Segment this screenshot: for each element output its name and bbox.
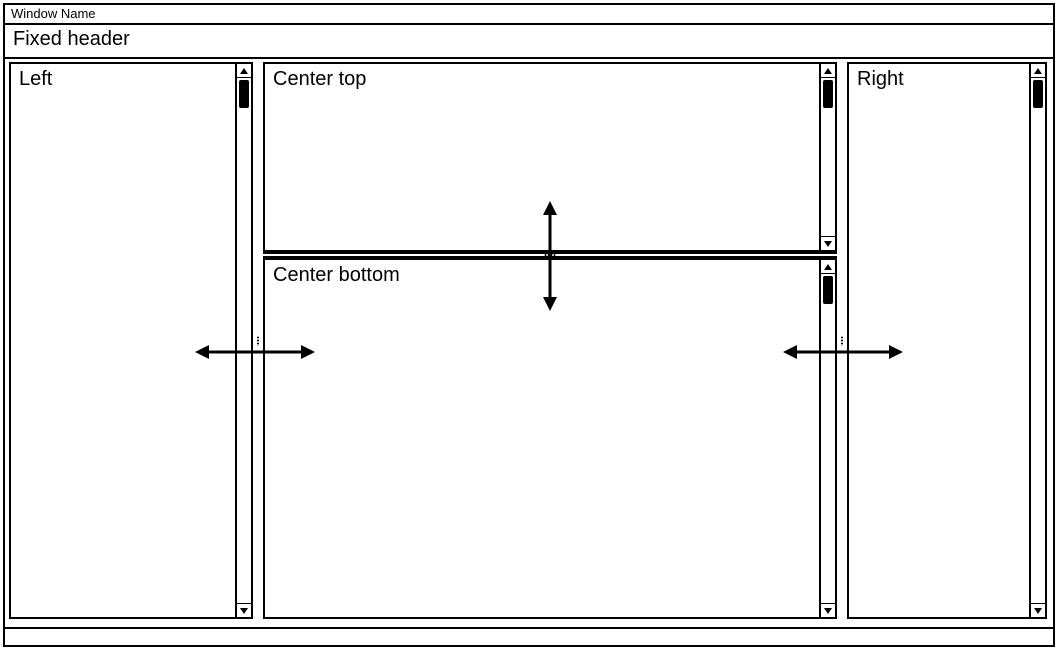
body-area: Left Center top	[5, 59, 1053, 625]
scroll-up-button[interactable]	[237, 64, 251, 78]
center-bottom-panel: Center bottom	[263, 258, 837, 619]
left-panel: Left	[9, 62, 253, 619]
arrow-up-icon	[823, 67, 833, 75]
arrow-down-icon	[823, 240, 833, 248]
fixed-header: Fixed header	[5, 25, 1053, 59]
center-top-scrollbar[interactable]	[819, 64, 835, 250]
center-top-label: Center top	[273, 68, 366, 91]
right-panel-scrollbar[interactable]	[1029, 64, 1045, 617]
right-panel: Right	[847, 62, 1047, 619]
center-bottom-scrollbar[interactable]	[819, 260, 835, 617]
arrow-up-icon	[823, 263, 833, 271]
window-title: Window Name	[11, 6, 96, 21]
scroll-down-button[interactable]	[237, 603, 251, 617]
scroll-up-button[interactable]	[821, 64, 835, 78]
window-frame: Window Name Fixed header Left Center top	[3, 3, 1055, 647]
arrow-up-icon	[1033, 67, 1043, 75]
left-panel-label: Left	[19, 68, 52, 91]
arrow-down-icon	[239, 607, 249, 615]
arrow-down-icon	[1033, 607, 1043, 615]
scroll-up-button[interactable]	[1031, 64, 1045, 78]
scrollbar-thumb[interactable]	[239, 80, 249, 108]
header-title: Fixed header	[13, 28, 130, 50]
scroll-up-button[interactable]	[821, 260, 835, 274]
scrollbar-thumb[interactable]	[823, 80, 833, 108]
arrow-down-icon	[823, 607, 833, 615]
left-panel-scrollbar[interactable]	[235, 64, 251, 617]
scroll-down-button[interactable]	[821, 603, 835, 617]
right-splitter[interactable]	[837, 62, 847, 619]
scroll-down-button[interactable]	[1031, 603, 1045, 617]
arrow-up-icon	[239, 67, 249, 75]
center-top-panel: Center top	[263, 62, 837, 252]
window-titlebar[interactable]: Window Name	[5, 5, 1053, 25]
scrollbar-thumb[interactable]	[823, 276, 833, 304]
right-panel-label: Right	[857, 68, 904, 91]
center-bottom-label: Center bottom	[273, 264, 400, 287]
scrollbar-thumb[interactable]	[1033, 80, 1043, 108]
scroll-down-button[interactable]	[821, 236, 835, 250]
status-bar	[5, 627, 1053, 645]
left-splitter[interactable]	[253, 62, 263, 619]
